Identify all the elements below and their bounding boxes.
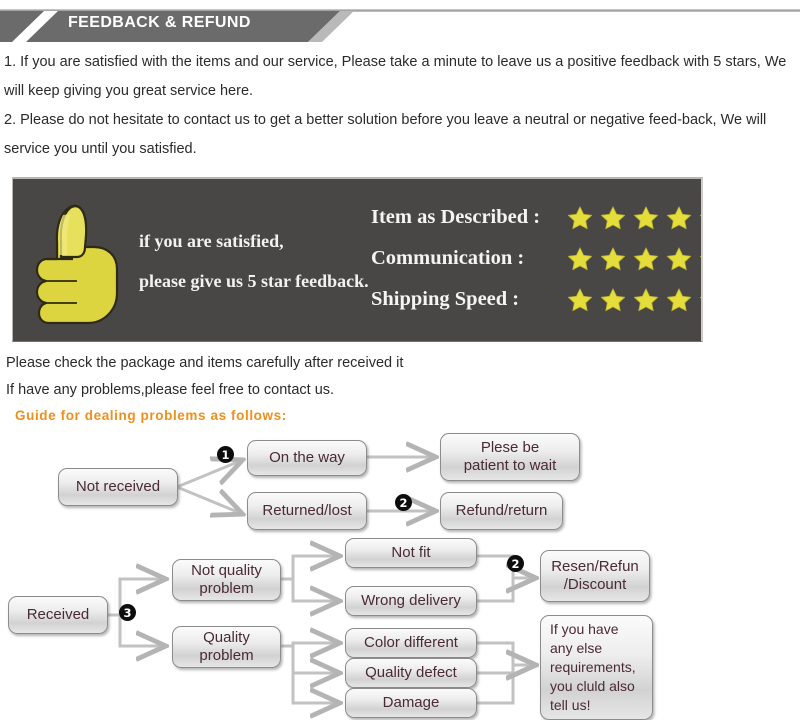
rating-label: Item as Described : [371, 206, 541, 228]
mid-text-line-1: Please check the package and items caref… [6, 355, 404, 371]
star-icon [567, 246, 593, 270]
rating-label: Shipping Speed : [371, 288, 520, 310]
flow-node-refund-return[interactable]: Refund/return [440, 492, 563, 530]
star-icon [666, 205, 692, 229]
mid-text-line-2: If have any problems,please feel free to… [6, 382, 335, 398]
rating-row: Item as Described : [371, 197, 701, 238]
banner-message: if you are satisfied, please give us 5 s… [139, 221, 369, 301]
ratings-list: Item as Described : Communication : Ship… [371, 197, 701, 320]
flow-node-not-received[interactable]: Not received [58, 468, 178, 506]
star-icon [567, 287, 593, 311]
star-icon [699, 296, 701, 298]
flow-node-on-the-way[interactable]: On the way [247, 440, 367, 476]
star-icon [633, 287, 659, 311]
flow-badge-4: 2 [507, 555, 524, 572]
rating-label: Communication : [371, 247, 525, 269]
star-icon [633, 205, 659, 229]
flow-badge-3: 3 [119, 604, 136, 621]
flow-node-received[interactable]: Received [8, 596, 108, 634]
star-icon [666, 246, 692, 270]
flow-node-please-be-patient[interactable]: Plese be patient to wait [440, 433, 580, 481]
flow-node-quality-defect[interactable]: Quality defect [345, 658, 477, 688]
flow-node-wrong-delivery[interactable]: Wrong delivery [345, 586, 477, 616]
intro-section: 1. If you are satisfied with the items a… [0, 42, 800, 164]
intro-paragraph-2: 2. Please do not hesitate to contact us … [4, 112, 771, 157]
flow-node-not-quality-problem[interactable]: Not quality problem [172, 559, 281, 601]
star-icon [699, 255, 701, 257]
flow-node-color-different[interactable]: Color different [345, 628, 477, 658]
mid-text-section: Please check the package and items caref… [0, 342, 800, 428]
flow-node-resend-refund-discount[interactable]: Resen/Refun /Discount [540, 550, 650, 602]
flow-node-quality-problem[interactable]: Quality problem [172, 626, 281, 668]
star-icon [633, 246, 659, 270]
flow-node-returned-lost[interactable]: Returned/lost [247, 492, 367, 530]
star-icon [666, 287, 692, 311]
rating-row: Shipping Speed : [371, 279, 701, 320]
star-rating [567, 246, 701, 272]
page-title: FEEDBACK & REFUND [68, 14, 251, 31]
banner-message-line-2: please give us 5 star feedback. [139, 271, 369, 291]
star-rating [567, 287, 701, 313]
feedback-banner: if you are satisfied, please give us 5 s… [12, 177, 703, 342]
star-icon [600, 246, 626, 270]
intro-paragraph-1: 1. If you are satisfied with the items a… [4, 54, 791, 99]
rating-row: Communication : [371, 238, 701, 279]
banner-message-line-1: if you are satisfied, [139, 231, 284, 251]
star-icon [699, 214, 701, 216]
star-icon [567, 205, 593, 229]
star-rating [567, 205, 701, 231]
flow-node-not-fit[interactable]: Not fit [345, 538, 477, 568]
guide-heading: Guide for dealing problems as follows: [15, 408, 287, 423]
star-icon [600, 205, 626, 229]
flowchart: Not received On the way Returned/lost Pl… [0, 430, 800, 720]
flow-badge-1: 1 [217, 446, 234, 463]
flow-node-damage[interactable]: Damage [345, 688, 477, 718]
flow-badge-2: 2 [395, 494, 412, 511]
star-icon [600, 287, 626, 311]
flow-node-any-else-requirements[interactable]: If you have any else requirements, you c… [540, 615, 653, 720]
header-banner: FEEDBACK & REFUND [0, 0, 800, 42]
thumbs-up-icon [35, 204, 119, 325]
